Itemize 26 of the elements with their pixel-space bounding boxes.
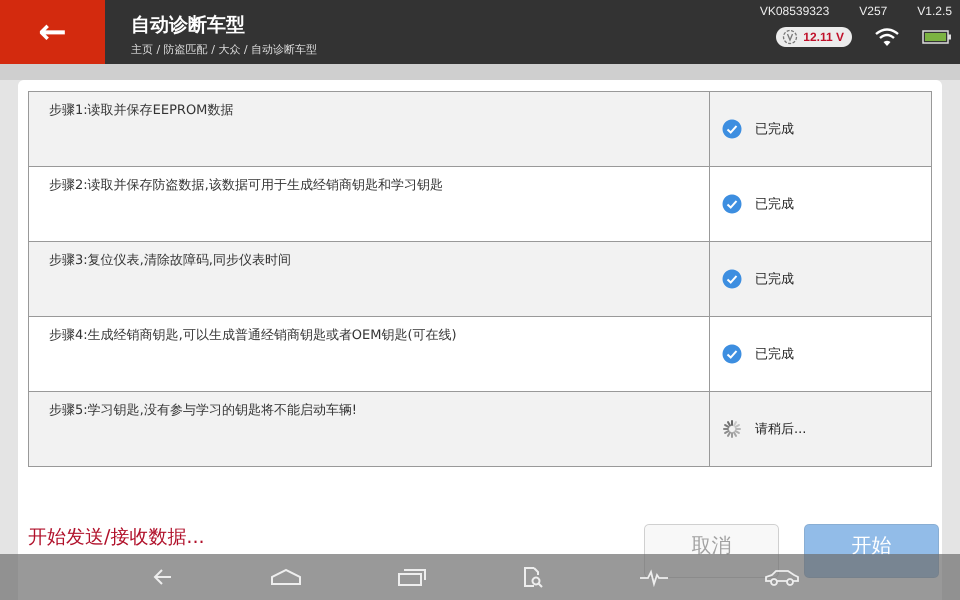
breadcrumb: 主页 / 防盗匹配 / 大众 / 自动诊断车型 <box>131 42 318 57</box>
document-search-icon[interactable] <box>522 566 544 588</box>
version-label: V257 <box>859 4 888 18</box>
car-icon[interactable] <box>764 567 800 587</box>
step-status: 已完成 <box>755 346 794 363</box>
step-status: 已完成 <box>755 121 794 138</box>
status-message: 开始发送/接收数据... <box>28 525 205 550</box>
step-status: 已完成 <box>755 196 794 213</box>
back-button[interactable]: ← <box>0 0 105 64</box>
battery-icon <box>922 29 952 45</box>
step-status: 请稍后... <box>755 421 806 438</box>
version-label: V1.2.5 <box>917 4 952 18</box>
recent-apps-icon[interactable] <box>396 567 426 587</box>
voltage-badge: 12.11 V <box>776 27 852 47</box>
step-text: 步骤4:生成经销商钥匙,可以生成普通经销商钥匙或者OEM钥匙(可在线) <box>49 328 457 343</box>
home-icon[interactable] <box>270 568 302 586</box>
step-text: 步骤5:学习钥匙,没有参与学习的钥匙将不能启动车辆! <box>49 403 357 418</box>
page-title: 自动诊断车型 <box>131 13 246 38</box>
voltmeter-icon <box>782 29 798 45</box>
step-text: 步骤2:读取并保存防盗数据,该数据可用于生成经销商钥匙和学习钥匙 <box>49 178 443 193</box>
step-status: 已完成 <box>755 271 794 288</box>
waveform-icon[interactable] <box>638 567 668 587</box>
serial-number: VK08539323 <box>760 4 830 18</box>
step-text: 步骤1:读取并保存EEPROM数据 <box>49 103 234 118</box>
wifi-icon <box>874 27 900 47</box>
step-text: 步骤3:复位仪表,清除故障码,同步仪表时间 <box>49 253 291 268</box>
